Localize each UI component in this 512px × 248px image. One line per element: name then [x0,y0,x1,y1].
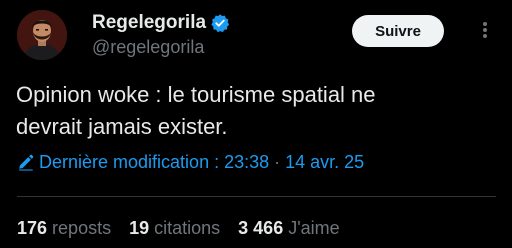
edit-history-link[interactable]: Dernière modification : 23:38 [39,152,269,173]
pencil-icon [17,153,35,171]
tweet-meta: Dernière modification : 23:38 · 14 avr. … [17,151,364,173]
stat-quotes[interactable]: 19 citations [129,218,220,239]
stat-count: 176 [17,217,48,238]
engagement-stats: 176 reposts 19 citations 3 466 J'aime [17,216,358,240]
avatar[interactable] [17,10,67,60]
stat-label: J'aime [288,217,340,238]
stat-count: 3 466 [238,217,284,238]
follow-button[interactable]: Suivre [352,15,444,47]
avatar-icon [17,10,67,60]
stat-count: 19 [129,217,150,238]
name-row: Regelegorila [92,11,230,35]
user-handle[interactable]: @regelegorila [92,37,204,58]
verified-badge-icon [210,13,230,33]
tweet-text: Opinion woke : le tourisme spatial ne de… [16,82,376,139]
display-name[interactable]: Regelegorila [92,12,206,34]
stat-label: citations [154,217,221,238]
stat-likes[interactable]: 3 466 J'aime [238,218,340,239]
tweet-date[interactable]: 14 avr. 25 [285,152,364,173]
tweet-card: Regelegorila @regelegorila Suivre Opinio… [0,0,512,248]
more-dots-icon[interactable] [474,18,496,42]
divider [17,196,496,197]
meta-separator: · [274,151,281,172]
stat-reposts[interactable]: 176 reposts [17,218,111,239]
stat-label: reposts [52,217,112,238]
